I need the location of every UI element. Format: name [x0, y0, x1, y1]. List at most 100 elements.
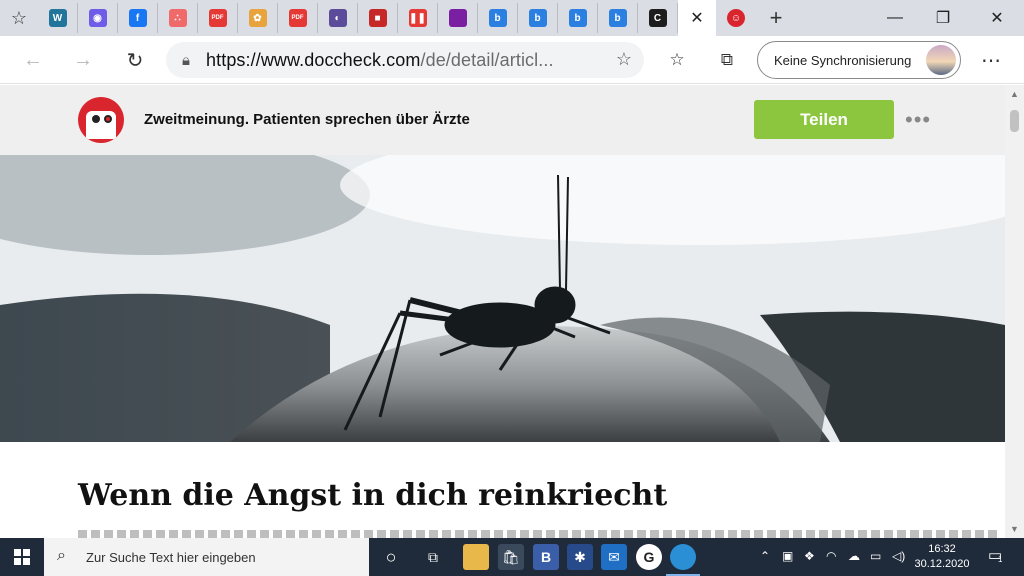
browser-tab[interactable]: ✿	[238, 3, 278, 33]
vertical-scrollbar[interactable]: ▲ ▼	[1005, 85, 1024, 538]
address-bar[interactable]: 🔒︎ https://www.doccheck.com/de/detail/ar…	[166, 42, 644, 78]
clock-time: 16:32	[928, 543, 956, 555]
sync-label: Keine Synchronisierung	[774, 52, 912, 68]
start-button[interactable]	[0, 538, 44, 576]
store-icon[interactable]: 🛍︎	[498, 544, 524, 570]
bing-icon: b	[488, 9, 507, 27]
g-app-icon[interactable]: G	[636, 544, 662, 570]
tab-doccheck[interactable]: ☺	[716, 3, 756, 33]
browser-tab[interactable]: C	[638, 3, 678, 33]
hero-image	[0, 155, 1005, 442]
mail-icon[interactable]: ✉	[601, 544, 627, 570]
dropbox-icon[interactable]: ❖	[804, 549, 815, 563]
sync-button[interactable]: Keine Synchronisierung	[757, 41, 961, 79]
meet-now-icon[interactable]: ▣	[782, 549, 793, 563]
profile-avatar	[926, 45, 956, 75]
article-title: Wenn die Angst in dich reinkriecht	[78, 478, 668, 513]
cortana-icon[interactable]: ○	[378, 544, 404, 570]
new-tab-button[interactable]: +	[756, 0, 796, 36]
browser-tab[interactable]: b	[518, 3, 558, 33]
red-square-icon: ■	[368, 9, 387, 27]
settings-more-icon[interactable]: ⋯	[976, 45, 1006, 75]
pdf-icon: PDF	[208, 9, 227, 27]
show-hidden-icons-icon[interactable]: ⌃	[760, 549, 770, 563]
doccheck-favicon-icon: ☺	[727, 9, 745, 27]
task-view-icon[interactable]: ⧉	[420, 544, 446, 570]
article-text-partial	[78, 530, 998, 538]
flag-app-icon[interactable]: ✱	[567, 544, 593, 570]
browser-tab[interactable]: ■	[358, 3, 398, 33]
browser-tab[interactable]: W	[38, 3, 78, 33]
windows-icon	[14, 549, 30, 565]
lock-icon[interactable]: 🔒︎	[166, 52, 206, 69]
scrollbar-thumb[interactable]	[1010, 110, 1019, 132]
c-icon: C	[648, 9, 667, 27]
bing-icon: b	[568, 9, 587, 27]
browser-tab[interactable]: ◉	[78, 3, 118, 33]
site-title[interactable]: Zweitmeinung. Patienten sprechen über Är…	[144, 111, 470, 128]
browser-tab[interactable]: b	[478, 3, 518, 33]
favorite-star-icon[interactable]: ☆	[616, 49, 632, 70]
clock-date: 30.12.2020	[914, 558, 970, 570]
bing-icon: b	[528, 9, 547, 27]
tab-actions-icon[interactable]: ☆	[0, 0, 38, 36]
clock[interactable]: 16:32 30.12.2020	[912, 542, 972, 572]
battery-icon[interactable]: ▭	[870, 549, 881, 563]
close-tab-icon[interactable]: ✕	[690, 8, 703, 28]
browser-tab[interactable]: f	[118, 3, 158, 33]
facebook-icon: f	[128, 9, 147, 27]
b-app-icon[interactable]: B	[533, 544, 559, 570]
text-line-fragment	[78, 530, 998, 538]
browser-tab[interactable]: b	[598, 3, 638, 33]
browser-tab[interactable]: ∴	[158, 3, 198, 33]
pause-icon: ❚❚	[408, 9, 427, 27]
browser-tab[interactable]: b	[558, 3, 598, 33]
file-explorer-icon[interactable]	[463, 544, 489, 570]
volume-icon[interactable]: ◁)	[892, 549, 905, 563]
notification-count: 1	[998, 555, 1003, 564]
wordpress-icon: W	[48, 9, 67, 27]
tab-list: W ◉ f ∴ PDF ✿ PDF ◐ ■ ❚❚ b b b b C	[38, 0, 678, 36]
minimize-icon[interactable]: —	[870, 0, 920, 36]
browser-tab[interactable]: ◐	[318, 3, 358, 33]
back-icon[interactable]: ←	[18, 45, 48, 75]
colorful-logo-icon: ◐	[328, 9, 347, 27]
search-placeholder: Zur Suche Text hier eingeben	[86, 549, 256, 565]
badge-icon: ✿	[248, 9, 267, 27]
browser-tab[interactable]: PDF	[198, 3, 238, 33]
edge-icon[interactable]	[670, 544, 696, 570]
podcast-icon: ◉	[88, 9, 107, 27]
doccheck-logo[interactable]	[78, 97, 124, 143]
taskbar: ⌕ Zur Suche Text hier eingeben ○ ⧉ 🛍︎ B …	[0, 538, 1024, 576]
collections-icon[interactable]: ⧉	[712, 45, 742, 75]
url-host: https://www.doccheck.com	[206, 49, 421, 70]
purple-square-icon	[448, 9, 467, 27]
logo-eye	[104, 115, 112, 123]
favorites-icon[interactable]: ☆	[662, 45, 692, 75]
taskbar-search[interactable]: ⌕ Zur Suche Text hier eingeben	[44, 538, 369, 576]
active-tab[interactable]: ✕	[678, 0, 716, 36]
browser-tab[interactable]: PDF	[278, 3, 318, 33]
close-window-icon[interactable]: ✕	[972, 0, 1022, 36]
forward-icon[interactable]: →	[68, 45, 98, 75]
onedrive-icon[interactable]: ☁	[848, 549, 860, 563]
browser-tab[interactable]	[438, 3, 478, 33]
asana-icon: ∴	[168, 9, 187, 27]
wifi-icon[interactable]: ◠	[826, 549, 836, 563]
bing-icon: b	[608, 9, 627, 27]
navigation-bar: ← → ↻ 🔒︎ https://www.doccheck.com/de/det…	[0, 36, 1024, 84]
cricket-illustration	[0, 155, 1005, 442]
share-button[interactable]: Teilen	[754, 100, 894, 139]
search-icon: ⌕	[57, 547, 66, 564]
refresh-icon[interactable]: ↻	[120, 45, 150, 75]
url-text[interactable]: https://www.doccheck.com/de/detail/artic…	[206, 50, 606, 71]
logo-face	[86, 111, 116, 139]
site-header: Zweitmeinung. Patienten sprechen über Är…	[0, 85, 1005, 155]
scroll-down-icon[interactable]: ▼	[1010, 524, 1019, 534]
restore-icon[interactable]: ❐	[918, 0, 968, 36]
scroll-up-icon[interactable]: ▲	[1010, 89, 1019, 99]
browser-tab[interactable]: ❚❚	[398, 3, 438, 33]
pdf-icon: PDF	[288, 9, 307, 27]
url-path: /de/detail/articl...	[420, 49, 554, 70]
more-options-icon[interactable]: •••	[905, 107, 931, 133]
